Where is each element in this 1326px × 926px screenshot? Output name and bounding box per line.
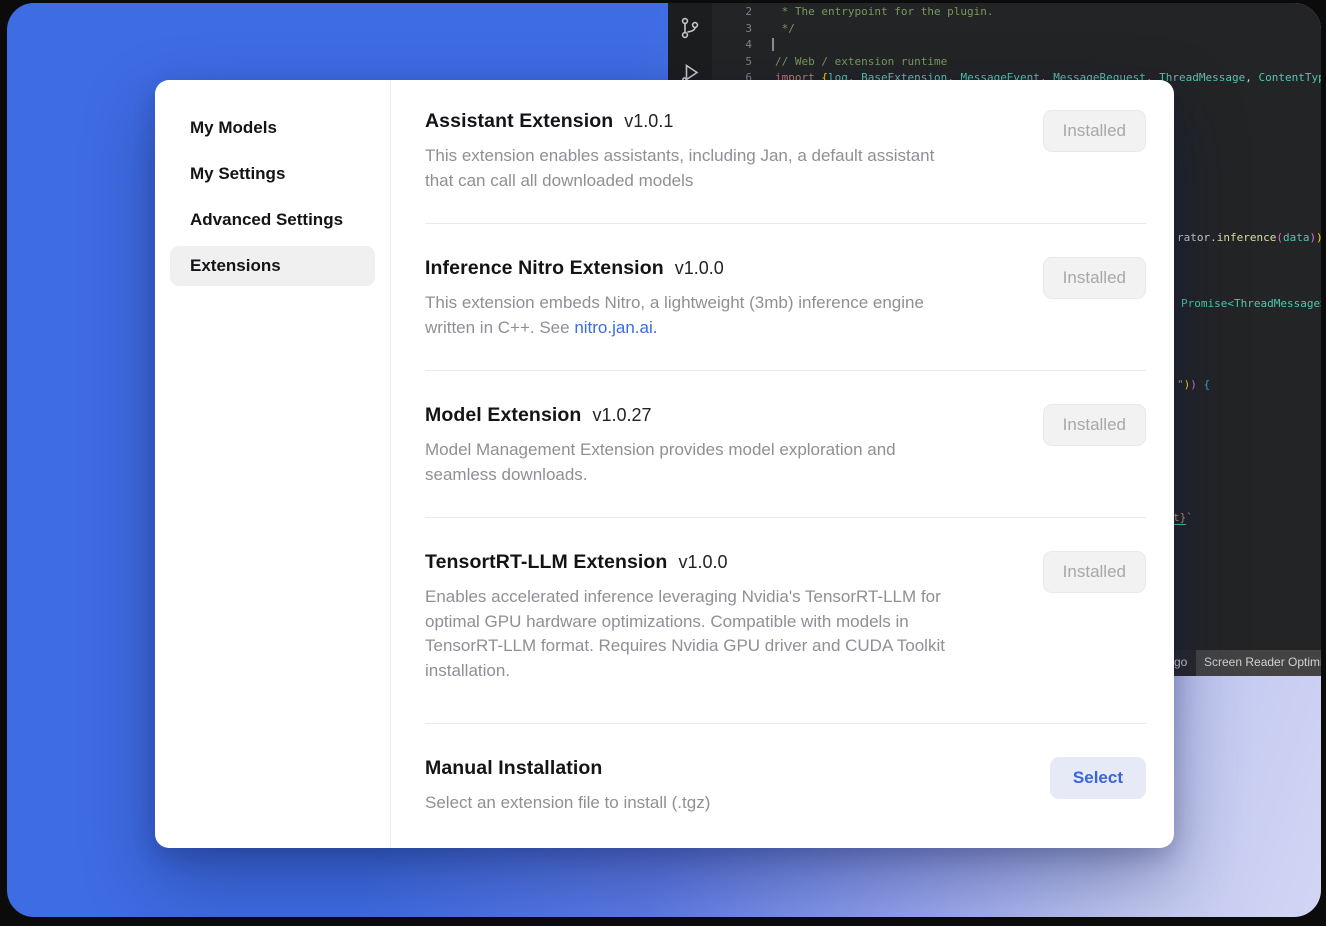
extension-description: Enables accelerated inference leveraging… xyxy=(425,585,945,683)
installed-button[interactable]: Installed xyxy=(1043,404,1146,446)
extension-row: Manual Installation Select an extension … xyxy=(425,724,1146,846)
extension-version: v1.0.1 xyxy=(624,111,673,132)
extension-title: Manual Installation xyxy=(425,757,602,780)
extension-version: v1.0.0 xyxy=(675,258,724,279)
code-token: ` xyxy=(1186,511,1193,524)
extension-description: Model Management Extension provides mode… xyxy=(425,438,896,487)
extension-info: Manual Installation Select an extension … xyxy=(425,757,710,816)
code-token: ) xyxy=(1190,378,1203,391)
settings-modal: My Models My Settings Advanced Settings … xyxy=(155,80,1174,848)
extension-title: Model Extension xyxy=(425,404,581,427)
line-number: 4 xyxy=(712,37,752,54)
extension-description: This extension enables assistants, inclu… xyxy=(425,144,934,193)
sidebar-item-label: My Models xyxy=(190,118,277,137)
extension-title: TensortRT-LLM Extension xyxy=(425,551,667,574)
extension-title-row: Manual Installation xyxy=(425,757,710,780)
extension-version: v1.0.0 xyxy=(678,552,727,573)
sidebar-item-my-models[interactable]: My Models xyxy=(170,108,375,148)
code-token: ContentType xyxy=(1259,71,1322,84)
code-line: 3 */ xyxy=(712,21,1321,38)
line-number: 2 xyxy=(712,4,752,21)
app-window: 2 * The entrypoint for the plugin.3 */45… xyxy=(7,3,1321,917)
extension-row: Model Extension v1.0.27 Model Management… xyxy=(425,371,1146,518)
code-token: ThreadMessage xyxy=(1234,297,1320,310)
installed-button[interactable]: Installed xyxy=(1043,110,1146,152)
code-token: ThreadMessage xyxy=(1159,71,1245,84)
extension-info: Inference Nitro Extension v1.0.0 This ex… xyxy=(425,257,924,340)
installed-button[interactable]: Installed xyxy=(1043,257,1146,299)
sidebar-item-label: Advanced Settings xyxy=(190,210,343,229)
code-token: * The entrypoint for the plugin. xyxy=(775,5,994,18)
status-bar-text: go xyxy=(1174,655,1187,669)
extension-info: TensortRT-LLM Extension v1.0.0 Enables a… xyxy=(425,551,945,683)
sidebar-item-advanced-settings[interactable]: Advanced Settings xyxy=(170,200,375,240)
extension-row: Assistant Extension v1.0.1 This extensio… xyxy=(425,80,1146,224)
settings-sidebar: My Models My Settings Advanced Settings … xyxy=(155,80,391,848)
extension-row: TensortRT-LLM Extension v1.0.0 Enables a… xyxy=(425,518,1146,724)
sidebar-item-label: My Settings xyxy=(190,164,285,183)
code-line: 2 * The entrypoint for the plugin. xyxy=(712,4,1321,21)
extension-description: Select an extension file to install (.tg… xyxy=(425,791,710,816)
extension-description: This extension embeds Nitro, a lightweig… xyxy=(425,291,924,340)
code-token: " xyxy=(1177,378,1184,391)
sidebar-item-my-settings[interactable]: My Settings xyxy=(170,154,375,194)
code-fragment: t}` xyxy=(1173,510,1193,525)
code-token: data xyxy=(1283,231,1310,244)
line-number: 3 xyxy=(712,21,752,38)
code-token: < xyxy=(1227,297,1234,310)
code-token: Promise xyxy=(1181,297,1227,310)
code-token: inference xyxy=(1217,231,1277,244)
extension-info: Model Extension v1.0.27 Model Management… xyxy=(425,404,896,487)
code-token: { xyxy=(1204,378,1211,391)
nitro-jan-ai-link[interactable]: nitro.jan.ai. xyxy=(574,318,657,337)
extension-info: Assistant Extension v1.0.1 This extensio… xyxy=(425,110,934,193)
extension-title-row: TensortRT-LLM Extension v1.0.0 xyxy=(425,551,945,574)
sidebar-item-label: Extensions xyxy=(190,256,281,275)
installed-button[interactable]: Installed xyxy=(1043,551,1146,593)
source-control-icon[interactable] xyxy=(678,16,702,40)
line-number: 5 xyxy=(712,54,752,71)
code-fragment: ")) { xyxy=(1177,377,1210,392)
extensions-list: Assistant Extension v1.0.1 This extensio… xyxy=(391,80,1174,848)
editor-caret xyxy=(772,38,774,51)
code-line: 4 xyxy=(712,37,1321,54)
code-token: ( xyxy=(1276,231,1283,244)
screen-reader-optimize-status[interactable]: Screen Reader Optimize xyxy=(1196,650,1321,676)
extension-title: Assistant Extension xyxy=(425,110,613,133)
code-line: 5 // Web / extension runtime xyxy=(712,54,1321,71)
code-token: , xyxy=(1245,71,1258,84)
code-fragment: rator.inference(data)); xyxy=(1177,230,1321,245)
select-file-button[interactable]: Select xyxy=(1050,757,1146,799)
code-token: t} xyxy=(1173,511,1186,525)
code-fragment: Promise<ThreadMessage> xyxy=(1181,296,1321,311)
extension-title-row: Inference Nitro Extension v1.0.0 xyxy=(425,257,924,280)
extension-title-row: Model Extension v1.0.27 xyxy=(425,404,896,427)
code-token: // Web / extension runtime xyxy=(775,55,947,68)
extension-row: Inference Nitro Extension v1.0.0 This ex… xyxy=(425,224,1146,371)
code-token: ) xyxy=(1316,231,1321,244)
code-lines: 2 * The entrypoint for the plugin.3 */45… xyxy=(712,4,1321,87)
sidebar-item-extensions[interactable]: Extensions xyxy=(170,246,375,286)
extension-version: v1.0.27 xyxy=(592,405,651,426)
code-token: */ xyxy=(775,22,795,35)
code-token: rator. xyxy=(1177,231,1217,244)
extension-title: Inference Nitro Extension xyxy=(425,257,664,280)
code-token: > xyxy=(1320,297,1321,310)
extension-title-row: Assistant Extension v1.0.1 xyxy=(425,110,934,133)
